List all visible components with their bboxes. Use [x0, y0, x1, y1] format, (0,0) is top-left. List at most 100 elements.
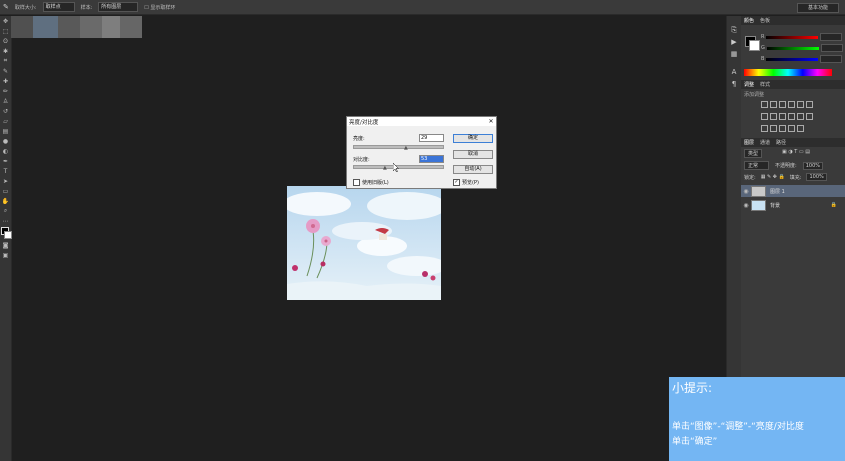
dodge-tool-icon[interactable]: ◐ — [0, 146, 11, 156]
vibrance-adjust-icon[interactable] — [797, 101, 804, 108]
mixer-adjust-icon[interactable] — [797, 113, 804, 120]
type-tool-icon[interactable]: T — [0, 166, 11, 176]
tab-adjustments[interactable]: 调整 — [744, 81, 754, 88]
history-panel-icon[interactable]: ⎘ — [727, 24, 741, 36]
document-tab[interactable] — [33, 16, 58, 38]
triangle-adjust-icon[interactable] — [806, 101, 813, 108]
layer-row-layer1[interactable]: ◉ 图层 1 — [741, 185, 845, 197]
paragraph-panel-icon[interactable]: ¶ — [727, 78, 741, 90]
brush-tool-icon[interactable]: ✏ — [0, 86, 11, 96]
blue-input[interactable] — [820, 55, 843, 63]
selective-color-icon[interactable] — [788, 125, 795, 132]
blur-tool-icon[interactable]: ● — [0, 136, 11, 146]
actions-panel-icon[interactable]: ▶ — [727, 36, 741, 48]
pen-tool-icon[interactable]: ✒ — [0, 156, 11, 166]
auto-button[interactable]: 自动(A) — [453, 165, 493, 174]
crop-tool-icon[interactable]: ⌗ — [0, 56, 11, 66]
blue-slider[interactable] — [766, 57, 819, 61]
tip-box: 小提示: 单击“图像”-“调整”-“亮度/对比度 单击“确定” — [669, 377, 845, 461]
bw-adjust-icon[interactable] — [779, 113, 786, 120]
eraser-tool-icon[interactable]: ▱ — [0, 116, 11, 126]
properties-panel-icon[interactable]: ▦ — [727, 48, 741, 60]
tab-channels[interactable]: 通道 — [760, 139, 770, 146]
screen-mode-icon[interactable]: ▣ — [0, 250, 11, 260]
document-tab[interactable] — [11, 16, 33, 38]
healing-tool-icon[interactable]: ✚ — [0, 76, 11, 86]
workspace-select[interactable]: 基本功能 — [797, 3, 839, 13]
gradient-map-icon[interactable] — [797, 125, 804, 132]
brightness-input[interactable]: 29 — [419, 134, 444, 142]
layer-filter-icons[interactable]: ▣ ◑ T ▭ ▤ — [782, 149, 810, 158]
zoom-tool-icon[interactable]: ⌕ — [0, 206, 11, 216]
blend-mode-select[interactable]: 正常 — [744, 161, 770, 170]
document-tab[interactable] — [102, 16, 120, 38]
close-icon[interactable]: ✕ — [486, 118, 496, 125]
red-input[interactable] — [820, 33, 843, 41]
eye-icon[interactable]: ◉ — [741, 202, 751, 209]
green-input[interactable] — [820, 44, 843, 52]
exposure-adjust-icon[interactable] — [788, 101, 795, 108]
cancel-button[interactable]: 取消 — [453, 150, 493, 159]
sample-scope-select[interactable]: 所有图层 — [98, 2, 139, 12]
background-swatch[interactable] — [749, 40, 760, 51]
tab-layers[interactable]: 图层 — [744, 139, 754, 146]
contrast-slider-thumb[interactable]: ▲ — [383, 166, 387, 171]
legacy-checkbox[interactable]: 使用旧版(L) — [353, 179, 389, 186]
curves-adjust-icon[interactable] — [779, 101, 786, 108]
brightness-slider-thumb[interactable]: ▲ — [404, 146, 408, 151]
eyedropper-icon[interactable]: ✎ — [3, 3, 9, 11]
green-slider[interactable] — [766, 46, 819, 50]
tip-line-1: 单击“图像”-“调整”-“亮度/对比度 — [672, 422, 804, 432]
background-color-swatch[interactable] — [4, 231, 12, 239]
gradient-tool-icon[interactable]: ▤ — [0, 126, 11, 136]
levels-adjust-icon[interactable] — [770, 101, 777, 108]
layer-kind-select[interactable]: 类型 — [744, 149, 763, 158]
tab-styles[interactable]: 样式 — [760, 81, 770, 88]
marquee-tool-icon[interactable]: ⬚ — [0, 26, 11, 36]
character-panel-icon[interactable]: A — [727, 66, 741, 78]
hand-tool-icon[interactable]: ✋ — [0, 196, 11, 206]
document-tab[interactable] — [58, 16, 80, 38]
posterize-adjust-icon[interactable] — [770, 125, 777, 132]
red-slider[interactable] — [766, 35, 819, 39]
fill-input[interactable]: 100% — [806, 173, 827, 181]
document-tabs[interactable] — [11, 16, 156, 38]
brightness-slider[interactable] — [353, 145, 444, 149]
legacy-checkbox-box[interactable] — [353, 179, 360, 186]
opacity-input[interactable]: 100% — [802, 161, 823, 170]
eye-icon[interactable]: ◉ — [741, 188, 751, 195]
brightness-adjust-icon[interactable] — [761, 101, 768, 108]
show-ring-checkbox[interactable]: ☐ 显示取样环 — [144, 4, 175, 11]
eyedropper-tool-icon[interactable]: ✎ — [0, 66, 11, 76]
stamp-tool-icon[interactable]: ♙ — [0, 96, 11, 106]
move-tool-icon[interactable]: ✥ — [0, 16, 11, 26]
color-swatches[interactable] — [0, 226, 12, 240]
more-tools-icon[interactable]: ⋯ — [0, 216, 11, 226]
tab-paths[interactable]: 路径 — [776, 139, 786, 146]
quick-select-tool-icon[interactable]: ✱ — [0, 46, 11, 56]
preview-checkbox[interactable]: ✓ 预览(P) — [453, 179, 479, 186]
sample-size-select[interactable]: 取样点 — [42, 2, 75, 12]
layer-row-background[interactable]: ◉ 背景 🔒 — [741, 199, 845, 211]
invert-adjust-icon[interactable] — [761, 125, 768, 132]
history-brush-icon[interactable]: ↺ — [0, 106, 11, 116]
tab-color[interactable]: 颜色 — [744, 17, 754, 24]
threshold-adjust-icon[interactable] — [779, 125, 786, 132]
document-tab[interactable] — [80, 16, 102, 38]
photo-filter-icon[interactable] — [788, 113, 795, 120]
quick-mask-icon[interactable]: ◙ — [0, 240, 11, 250]
hue-adjust-icon[interactable] — [761, 113, 768, 120]
lookup-adjust-icon[interactable] — [806, 113, 813, 120]
lasso-tool-icon[interactable]: ʘ — [0, 36, 11, 46]
preview-checkbox-box[interactable]: ✓ — [453, 179, 460, 186]
document-tab[interactable] — [120, 16, 142, 38]
contrast-input[interactable]: 53 — [419, 155, 444, 163]
color-spectrum[interactable] — [744, 69, 832, 76]
path-select-tool-icon[interactable]: ➤ — [0, 176, 11, 186]
dialog-titlebar[interactable]: 亮度/对比度 ✕ — [347, 117, 496, 126]
lock-icons[interactable]: ▦ ✎ ✥ 🔒 — [761, 174, 785, 180]
balance-adjust-icon[interactable] — [770, 113, 777, 120]
ok-button[interactable]: 确定 — [453, 134, 493, 143]
shape-tool-icon[interactable]: ▭ — [0, 186, 11, 196]
tab-swatches[interactable]: 色板 — [760, 17, 770, 24]
